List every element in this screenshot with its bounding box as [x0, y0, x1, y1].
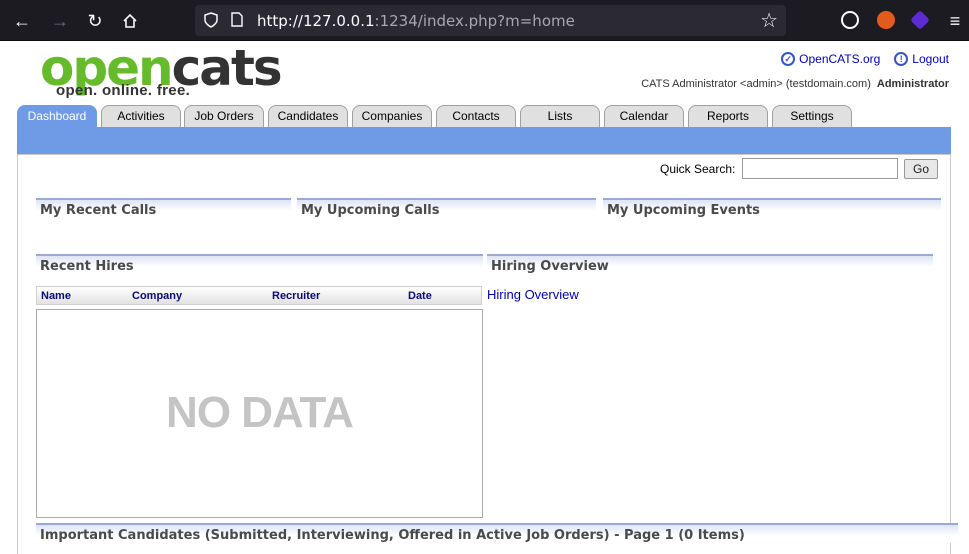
bookmark-star-icon[interactable]: ☆	[760, 8, 778, 33]
subtab-bar	[17, 127, 951, 154]
shield-icon[interactable]	[204, 12, 218, 31]
tab-calendar[interactable]: Calendar	[604, 105, 684, 127]
address-bar[interactable]: http://127.0.0.1:1234/index.php?m=home ☆	[195, 5, 786, 36]
browser-toolbar: ← → ↻ http://127.0.0.1:1234/index.php?m=…	[0, 0, 969, 41]
menu-icon[interactable]: ≡	[942, 8, 968, 34]
page-icon[interactable]	[231, 12, 243, 30]
reload-icon[interactable]: ↻	[82, 8, 108, 34]
back-arrow-icon[interactable]: ←	[9, 8, 35, 34]
url-text[interactable]: http://127.0.0.1:1234/index.php?m=home	[257, 12, 575, 30]
hiring-overview-header: Hiring Overview	[487, 254, 933, 274]
url-path: :1234/index.php?m=home	[374, 12, 575, 30]
important-candidates-header: Important Candidates (Submitted, Intervi…	[36, 523, 958, 543]
col-company[interactable]: Company	[132, 290, 182, 302]
opencats-org-link[interactable]: ✓ OpenCATS.org	[781, 52, 880, 66]
user-role: Administrator	[876, 78, 949, 90]
tab-activities[interactable]: Activities	[101, 105, 181, 127]
hiring-overview-link[interactable]: Hiring Overview	[487, 287, 579, 302]
quick-search-label: Quick Search:	[660, 162, 736, 176]
tab-lists[interactable]: Lists	[520, 105, 600, 127]
tab-companies[interactable]: Companies	[352, 105, 432, 127]
main-tabs: Dashboard Activities Job Orders Candidat…	[17, 105, 957, 129]
checkmark-icon: ✓	[781, 52, 796, 66]
opencats-logo[interactable]: opencats open. online. free.	[40, 43, 283, 102]
tab-settings[interactable]: Settings	[772, 105, 852, 127]
forward-arrow-icon[interactable]: →	[47, 8, 73, 34]
extension-icon[interactable]	[877, 11, 895, 29]
user-info: CATS Administrator <admin> (testdomain.c…	[641, 78, 949, 90]
opencats-org-label: OpenCATS.org	[799, 52, 881, 66]
col-date[interactable]: Date	[408, 290, 432, 302]
logout-label: Logout	[912, 52, 949, 66]
no-data-text: NO DATA	[166, 388, 354, 437]
recent-calls-header: My Recent Calls	[36, 198, 291, 218]
col-recruiter[interactable]: Recruiter	[272, 290, 320, 302]
home-icon[interactable]	[117, 8, 143, 34]
tab-candidates[interactable]: Candidates	[268, 105, 348, 127]
logout-link[interactable]: ! Logout	[894, 52, 949, 66]
hires-table-header: Name Company Recruiter Date	[36, 286, 482, 305]
logo-tagline: open. online. free.	[56, 82, 191, 99]
url-host: http://127.0.0.1	[257, 12, 375, 30]
col-name[interactable]: Name	[41, 290, 71, 302]
recent-hires-empty-box: NO DATA	[36, 309, 483, 518]
recent-hires-header: Recent Hires	[36, 254, 483, 274]
quick-search-go-button[interactable]: Go	[904, 159, 938, 179]
tab-reports[interactable]: Reports	[688, 105, 768, 127]
header-links: ✓ OpenCATS.org ! Logout	[781, 52, 949, 66]
upcoming-calls-header: My Upcoming Calls	[297, 198, 596, 218]
tab-contacts[interactable]: Contacts	[436, 105, 516, 127]
power-icon: !	[894, 52, 909, 66]
tab-job-orders[interactable]: Job Orders	[184, 105, 264, 127]
tab-dashboard[interactable]: Dashboard	[17, 105, 97, 129]
user-details: CATS Administrator <admin> (testdomain.c…	[641, 78, 871, 90]
quick-search-input[interactable]	[742, 158, 898, 179]
upcoming-events-header: My Upcoming Events	[603, 198, 941, 218]
cookie-extension-icon[interactable]	[841, 11, 859, 29]
purple-extension-icon[interactable]	[910, 10, 930, 30]
